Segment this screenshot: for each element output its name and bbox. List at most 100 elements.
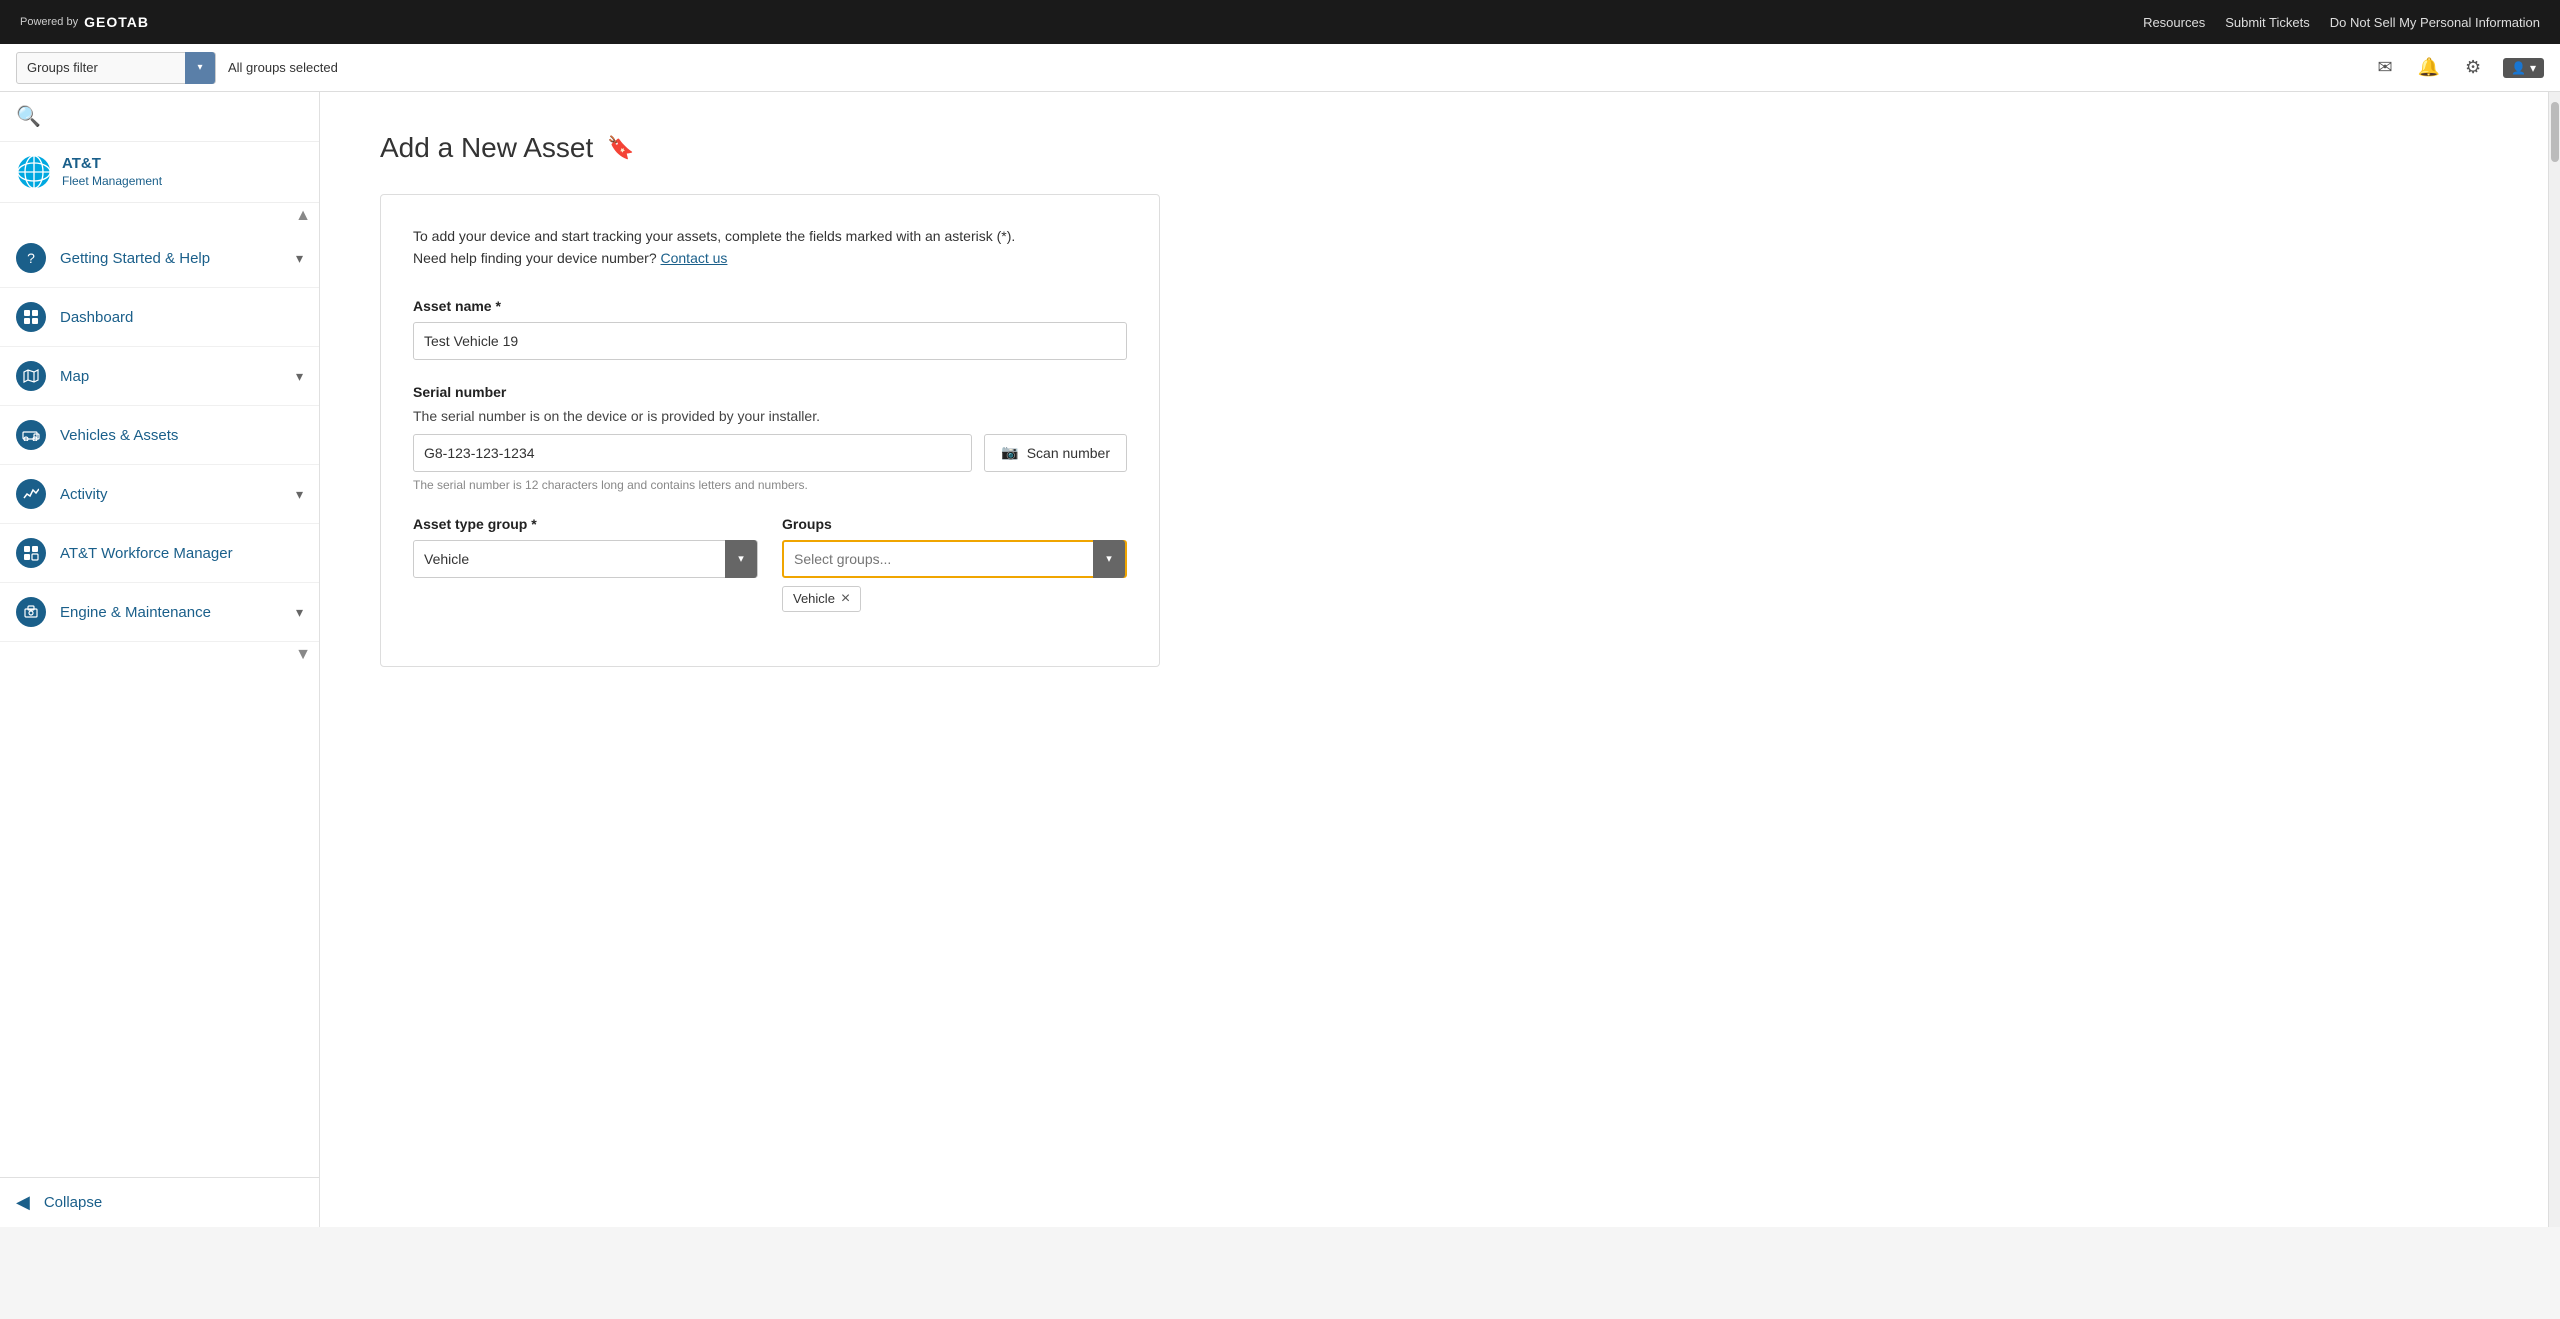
form-intro: To add your device and start tracking yo… xyxy=(413,225,1127,270)
asset-type-arrow-icon[interactable]: ▾ xyxy=(725,540,757,578)
groups-arrow-icon[interactable]: ▾ xyxy=(1093,540,1125,578)
scrollbar-thumb[interactable] xyxy=(2551,102,2559,162)
serial-number-label: Serial number xyxy=(413,384,1127,400)
groups-filter-dropdown[interactable]: Groups filter ▾ xyxy=(16,52,216,84)
map-chevron-icon: ▾ xyxy=(296,368,303,385)
top-nav-left: Powered by GEOTAB xyxy=(20,14,149,30)
brand-logo: Powered by GEOTAB xyxy=(20,14,149,30)
top-nav-right: Resources Submit Tickets Do Not Sell My … xyxy=(2143,15,2540,30)
main-layout: 🔍 AT&T Fleet Management ▲ ? Get xyxy=(0,92,2560,1227)
page-title: Add a New Asset xyxy=(380,132,593,164)
sidebar-search[interactable]: 🔍 xyxy=(0,92,319,142)
engine-label: Engine & Maintenance xyxy=(60,604,282,621)
activity-label: Activity xyxy=(60,486,282,503)
search-icon[interactable]: 🔍 xyxy=(16,106,41,128)
user-icon: 👤 xyxy=(2511,61,2526,75)
serial-number-input[interactable] xyxy=(413,434,972,472)
scan-number-button[interactable]: 📷 Scan number xyxy=(984,434,1127,472)
brand-name: AT&T xyxy=(62,154,162,174)
contact-us-link[interactable]: Contact us xyxy=(661,250,728,266)
scan-button-label: Scan number xyxy=(1027,445,1110,461)
powered-by-text: Powered by xyxy=(20,16,78,28)
camera-icon: 📷 xyxy=(1001,444,1018,461)
engine-icon xyxy=(16,597,46,627)
sidebar: 🔍 AT&T Fleet Management ▲ ? Get xyxy=(0,92,320,1227)
serial-number-section: Serial number The serial number is on th… xyxy=(413,384,1127,492)
asset-name-section: Asset name * xyxy=(413,298,1127,360)
gear-icon[interactable]: ⚙ xyxy=(2459,54,2487,82)
sidebar-item-activity[interactable]: Activity ▾ xyxy=(0,465,319,524)
type-groups-section: Asset type group * ▾ Groups ▾ Vehicle xyxy=(413,516,1127,612)
groups-filter-label: Groups filter xyxy=(17,60,185,75)
sidebar-collapse-button[interactable]: ◀ Collapse xyxy=(0,1177,319,1227)
activity-icon xyxy=(16,479,46,509)
groups-dropdown[interactable]: ▾ xyxy=(782,540,1127,578)
brand-text: AT&T Fleet Management xyxy=(62,154,162,189)
sidebar-scroll-bottom: ▼ xyxy=(0,642,319,668)
scrollbar[interactable] xyxy=(2548,92,2560,1227)
collapse-label: Collapse xyxy=(44,1194,102,1211)
map-label: Map xyxy=(60,368,282,385)
workforce-icon xyxy=(16,538,46,568)
page-title-row: Add a New Asset 🔖 xyxy=(380,132,2488,164)
sidebar-item-map[interactable]: Map ▾ xyxy=(0,347,319,406)
getting-started-icon: ? xyxy=(16,243,46,273)
geotab-logo: GEOTAB xyxy=(84,14,149,30)
vehicle-tag: Vehicle × xyxy=(782,586,861,612)
do-not-sell-link[interactable]: Do Not Sell My Personal Information xyxy=(2330,15,2540,30)
asset-type-input[interactable] xyxy=(414,551,725,567)
serial-number-hint2: The serial number is 12 characters long … xyxy=(413,478,1127,492)
intro-line2: Need help finding your device number? Co… xyxy=(413,247,1127,269)
vehicles-label: Vehicles & Assets xyxy=(60,427,303,444)
serial-number-hint1: The serial number is on the device or is… xyxy=(413,408,1127,424)
activity-chevron-icon: ▾ xyxy=(296,486,303,503)
dashboard-icon xyxy=(16,302,46,332)
att-logo xyxy=(16,154,52,190)
filter-bar: Groups filter ▾ All groups selected ✉ 🔔 … xyxy=(0,44,2560,92)
asset-type-dropdown[interactable]: ▾ xyxy=(413,540,758,578)
vehicle-tag-close-icon[interactable]: × xyxy=(841,591,850,607)
map-icon xyxy=(16,361,46,391)
sidebar-item-getting-started[interactable]: ? Getting Started & Help ▾ xyxy=(0,229,319,288)
scroll-up-icon[interactable]: ▲ xyxy=(295,207,311,225)
asset-name-input[interactable] xyxy=(413,322,1127,360)
workforce-label: AT&T Workforce Manager xyxy=(60,545,303,562)
sidebar-item-engine[interactable]: Engine & Maintenance ▾ xyxy=(0,583,319,642)
sidebar-item-vehicles[interactable]: Vehicles & Assets xyxy=(0,406,319,465)
asset-name-label: Asset name * xyxy=(413,298,1127,314)
groups-input[interactable] xyxy=(784,551,1093,567)
asset-type-label: Asset type group * xyxy=(413,516,758,532)
main-content: Add a New Asset 🔖 To add your device and… xyxy=(320,92,2548,1227)
submit-tickets-link[interactable]: Submit Tickets xyxy=(2225,15,2310,30)
intro-line1: To add your device and start tracking yo… xyxy=(413,225,1127,247)
groups-tags-row: Vehicle × xyxy=(782,586,1127,612)
sidebar-brand: AT&T Fleet Management xyxy=(0,142,319,203)
filter-bar-icons: ✉ 🔔 ⚙ 👤 ▾ xyxy=(2371,54,2544,82)
mail-icon[interactable]: ✉ xyxy=(2371,54,2399,82)
groups-label: Groups xyxy=(782,516,1127,532)
groups-selected-text: All groups selected xyxy=(228,60,338,75)
form-card: To add your device and start tracking yo… xyxy=(380,194,1160,667)
sidebar-scroll-top: ▲ xyxy=(0,203,319,229)
scroll-down-icon[interactable]: ▼ xyxy=(295,646,311,664)
dashboard-label: Dashboard xyxy=(60,309,303,326)
user-dropdown[interactable]: 👤 ▾ xyxy=(2503,58,2544,78)
getting-started-label: Getting Started & Help xyxy=(60,250,282,267)
vehicles-icon xyxy=(16,420,46,450)
resources-link[interactable]: Resources xyxy=(2143,15,2205,30)
serial-number-row: 📷 Scan number xyxy=(413,434,1127,472)
asset-type-group-col: Asset type group * ▾ xyxy=(413,516,758,578)
groups-filter-arrow-icon[interactable]: ▾ xyxy=(185,52,215,84)
top-nav: Powered by GEOTAB Resources Submit Ticke… xyxy=(0,0,2560,44)
sidebar-item-workforce[interactable]: AT&T Workforce Manager xyxy=(0,524,319,583)
brand-subtitle: Fleet Management xyxy=(62,174,162,190)
engine-chevron-icon: ▾ xyxy=(296,604,303,621)
groups-col: Groups ▾ Vehicle × xyxy=(782,516,1127,612)
getting-started-chevron-icon: ▾ xyxy=(296,250,303,267)
bookmark-icon[interactable]: 🔖 xyxy=(607,135,634,161)
vehicle-tag-label: Vehicle xyxy=(793,591,835,606)
bell-icon[interactable]: 🔔 xyxy=(2415,54,2443,82)
collapse-arrow-icon: ◀ xyxy=(16,1192,30,1213)
user-dropdown-arrow: ▾ xyxy=(2530,61,2536,75)
sidebar-item-dashboard[interactable]: Dashboard xyxy=(0,288,319,347)
